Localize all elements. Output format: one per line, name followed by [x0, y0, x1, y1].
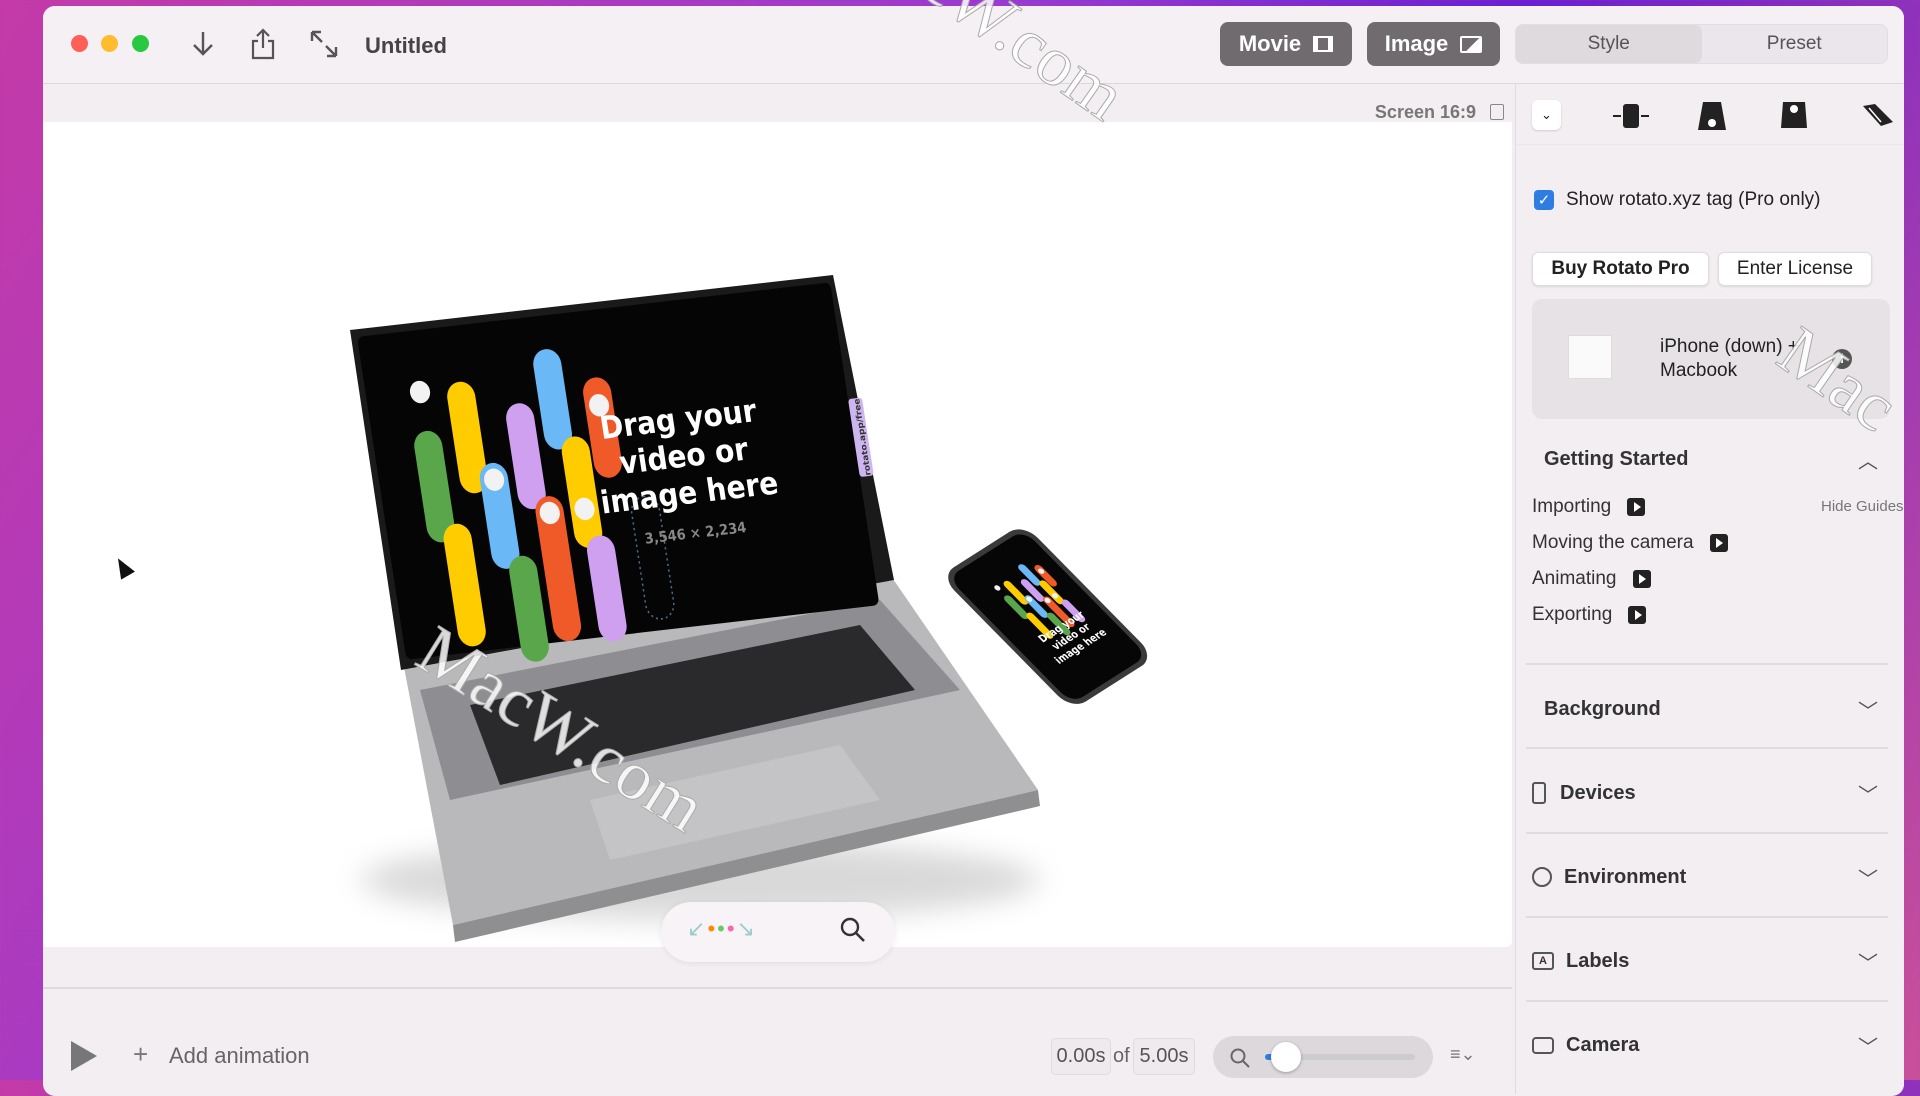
divider	[1526, 663, 1888, 665]
image-export-button[interactable]: Image	[1367, 22, 1500, 66]
globe-icon	[1532, 867, 1552, 887]
sidebar-mode-tabs: Style Preset	[1515, 24, 1888, 64]
image-label: Image	[1384, 31, 1449, 56]
divider	[1526, 747, 1888, 749]
film-icon	[1313, 36, 1334, 52]
guide-animating[interactable]: Animating	[1532, 568, 1651, 590]
chevron-down-icon: ﹀	[1858, 700, 1878, 723]
device-front-icon[interactable]	[1611, 102, 1651, 135]
phone-icon	[1532, 782, 1546, 804]
timeline-zoom-slider[interactable]	[1213, 1036, 1433, 1078]
buy-pro-button[interactable]: Buy Rotato Pro	[1532, 252, 1709, 286]
section-label: Background	[1544, 697, 1661, 720]
duration-field[interactable]: 5.00s	[1133, 1038, 1195, 1075]
search-icon[interactable]	[839, 916, 867, 949]
device-flat-icon[interactable]	[1861, 102, 1895, 135]
movie-label: Movie	[1238, 31, 1302, 56]
guide-moving-camera[interactable]: Moving the camera	[1532, 532, 1728, 554]
section-label: Camera	[1566, 1033, 1640, 1056]
expand-icon[interactable]	[306, 26, 342, 62]
camera-icon	[1532, 1036, 1554, 1054]
tab-style[interactable]: Style	[1516, 25, 1702, 63]
device-tilt-up-icon[interactable]	[1780, 100, 1808, 135]
zoom-button[interactable]	[132, 35, 149, 52]
checkbox-checked-icon[interactable]: ✓	[1534, 190, 1554, 210]
chevron-down-icon: ﹀	[1858, 1036, 1878, 1059]
canvas-header: Screen 16:9	[43, 84, 1512, 122]
section-label: Environment	[1564, 865, 1687, 888]
device-scene[interactable]: Drag your video or image here 3,546 × 2,…	[43, 122, 1512, 947]
section-label: Devices	[1560, 781, 1636, 804]
label-icon: A	[1532, 952, 1554, 970]
device-tilt-down-icon[interactable]	[1696, 100, 1728, 137]
document-title: Untitled	[365, 33, 447, 58]
preset-thumbnail	[1568, 335, 1612, 379]
close-button[interactable]	[71, 35, 88, 52]
current-time-field[interactable]: 0.00s	[1051, 1038, 1111, 1075]
chevron-down-icon: ﹀	[1858, 952, 1878, 975]
hide-guides-button[interactable]: Hide Guides	[1821, 498, 1904, 515]
tab-preset[interactable]: Preset	[1702, 25, 1888, 63]
play-video-icon	[1709, 534, 1728, 552]
play-button[interactable]	[71, 1041, 97, 1071]
section-environment[interactable]: Environment ﹀	[1532, 852, 1888, 902]
section-label: Labels	[1566, 949, 1630, 972]
list-options-icon[interactable]: ≡⌄	[1450, 1044, 1476, 1065]
show-tag-checkbox[interactable]: ✓ Show rotato.xyz tag (Pro only)	[1534, 189, 1821, 211]
photo-icon	[1460, 35, 1483, 53]
add-animation-button[interactable]: Add animation	[169, 1043, 310, 1069]
guide-label: Importing	[1532, 496, 1612, 517]
play-video-icon	[1632, 570, 1651, 588]
chevron-down-icon: ﹀	[1858, 784, 1878, 807]
divider	[1526, 1000, 1888, 1002]
movie-export-button[interactable]: Movie	[1220, 22, 1352, 66]
divider	[1526, 916, 1888, 918]
toolbar: Untitled Movie Image Style Preset	[43, 6, 1904, 84]
section-labels[interactable]: A Labels ﹀	[1532, 936, 1888, 986]
chevron-up-icon[interactable]: ︿	[1858, 445, 1878, 474]
minimize-button[interactable]	[101, 35, 118, 52]
plus-icon: +	[133, 1039, 149, 1069]
chevron-down-icon[interactable]: ⌄	[1532, 100, 1561, 130]
guide-label: Moving the camera	[1532, 532, 1694, 553]
guide-label: Animating	[1532, 568, 1617, 589]
section-devices[interactable]: Devices ﹀	[1532, 768, 1888, 818]
divider	[1526, 832, 1888, 834]
info-icon[interactable]: i	[1832, 349, 1852, 369]
guide-importing[interactable]: Importing	[1532, 496, 1646, 518]
app-window: Untitled Movie Image Style Preset Screen…	[43, 6, 1904, 1096]
guide-label: Exporting	[1532, 604, 1613, 625]
section-background[interactable]: Background ﹀	[1544, 684, 1888, 734]
camera-move-icon[interactable]: ↙•••↘	[687, 916, 757, 942]
preset-name: iPhone (down) + Macbook	[1660, 336, 1799, 381]
zoom-icon	[1230, 1048, 1250, 1068]
sidebar: ⌄ ✓ Show rotato.xyz tag (Pro only) Buy R…	[1515, 84, 1904, 1094]
camera-controls: ↙•••↘	[661, 902, 895, 962]
play-video-icon	[1628, 606, 1647, 624]
share-icon[interactable]	[245, 26, 281, 62]
getting-started-header[interactable]: Getting Started ︿	[1544, 434, 1888, 484]
section-camera[interactable]: Camera ﹀	[1532, 1020, 1888, 1070]
time-of-label: of	[1113, 1045, 1130, 1067]
show-tag-label: Show rotato.xyz tag (Pro only)	[1566, 189, 1821, 210]
rotate-aspect-icon[interactable]	[1490, 104, 1504, 120]
aspect-ratio-label[interactable]: Screen 16:9	[1375, 102, 1476, 123]
download-icon[interactable]	[185, 26, 221, 62]
guide-exporting[interactable]: Exporting	[1532, 604, 1647, 626]
chevron-down-icon: ﹀	[1858, 868, 1878, 891]
getting-started-title: Getting Started	[1544, 447, 1689, 470]
scene-canvas[interactable]: Drag your video or image here 3,546 × 2,…	[43, 122, 1512, 962]
play-video-icon	[1627, 498, 1646, 516]
zoom-slider-thumb[interactable]	[1271, 1042, 1301, 1072]
enter-license-button[interactable]: Enter License	[1718, 252, 1872, 286]
preset-card[interactable]: iPhone (down) + Macbook i	[1532, 299, 1890, 419]
